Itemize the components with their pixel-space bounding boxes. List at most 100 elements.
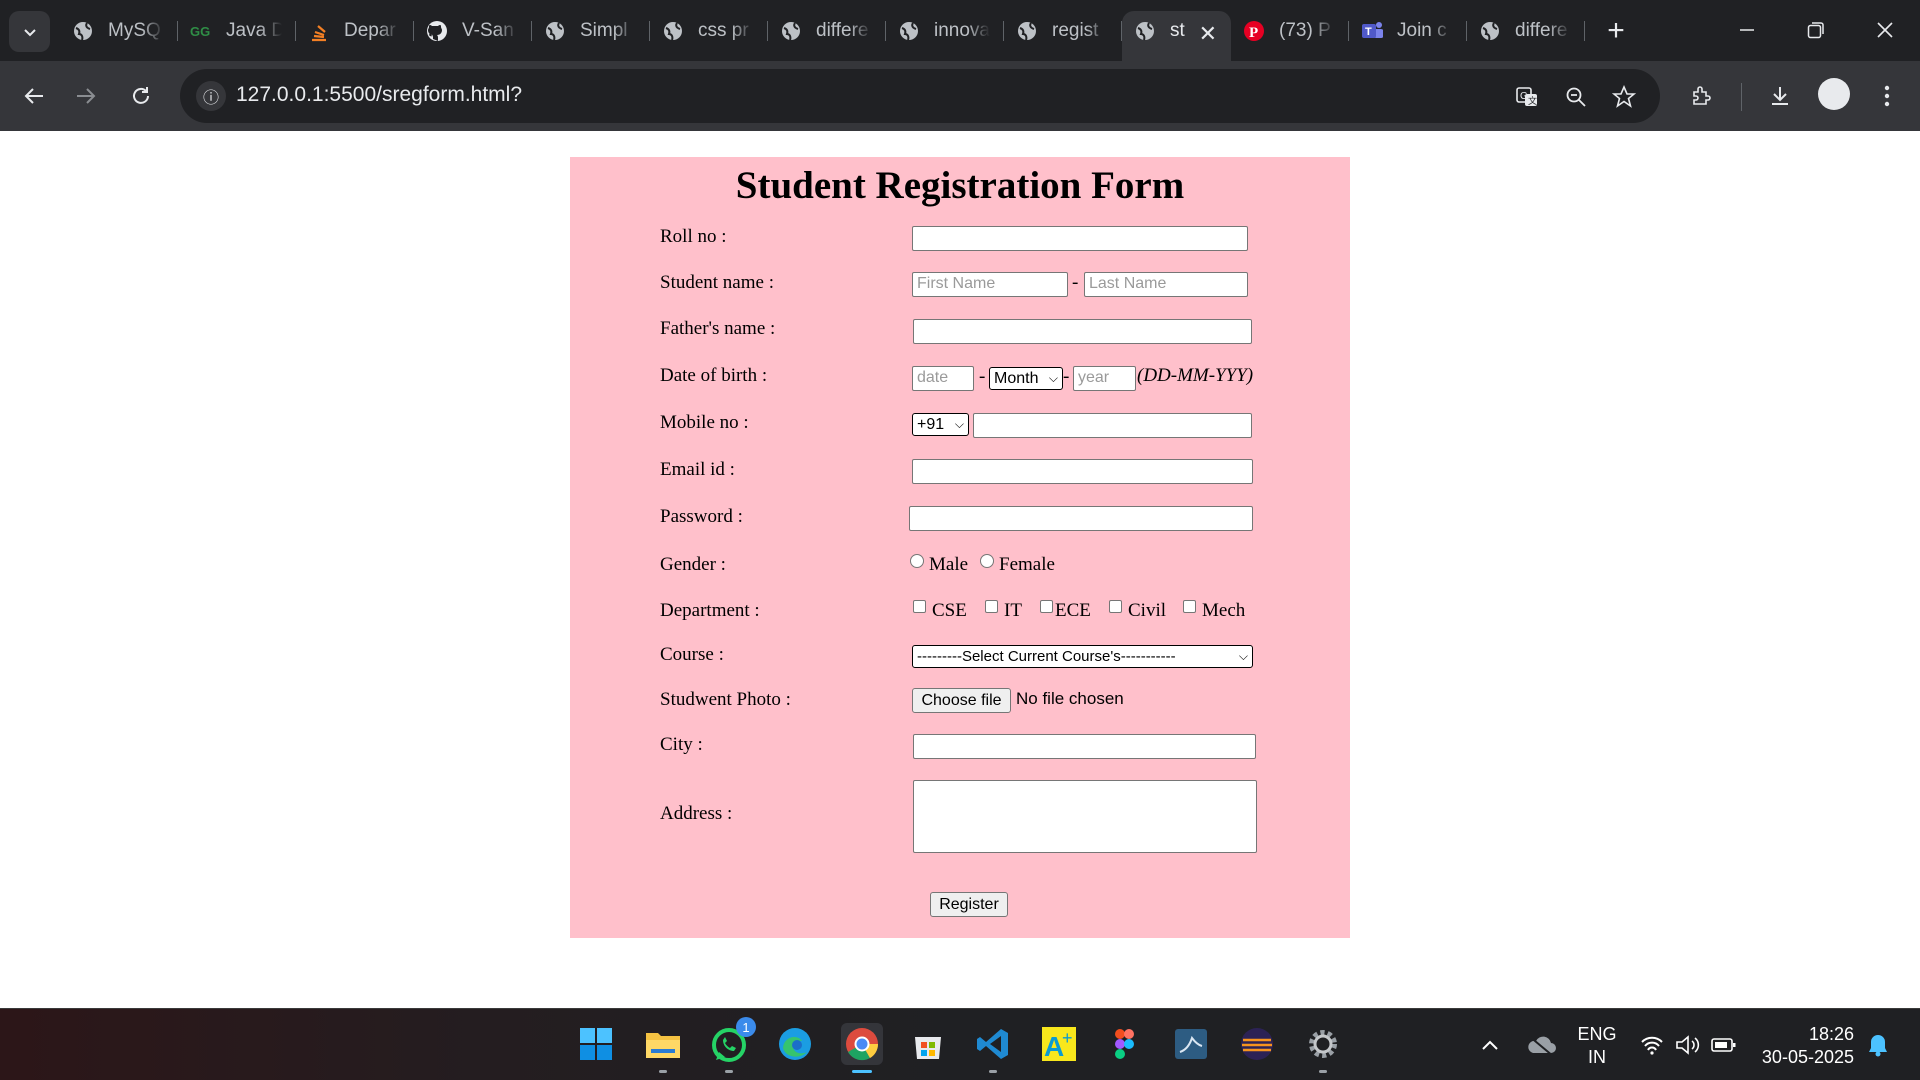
password-input[interactable] xyxy=(909,506,1253,531)
page-viewport: Student Registration Form Roll no : Stud… xyxy=(0,131,1920,1008)
mobile-input[interactable] xyxy=(973,413,1252,438)
new-tab-button[interactable]: + xyxy=(1598,13,1634,49)
dept-cse-checkbox[interactable] xyxy=(913,600,926,613)
profile-avatar[interactable] xyxy=(1818,78,1850,110)
mysql-workbench-button[interactable] xyxy=(1170,1023,1212,1065)
translate-icon[interactable]: G文 xyxy=(1512,82,1542,112)
eclipse-button[interactable] xyxy=(1236,1023,1278,1065)
onedrive-icon[interactable] xyxy=(1524,1031,1558,1059)
forward-button[interactable] xyxy=(68,78,104,114)
dob-month-select[interactable]: Month ⌵ xyxy=(989,367,1063,390)
minimize-button[interactable] xyxy=(1724,10,1770,50)
edge-button[interactable] xyxy=(774,1023,816,1065)
language-indicator[interactable]: ENG IN xyxy=(1572,1023,1622,1069)
browser-tab[interactable]: T Join c xyxy=(1349,11,1467,51)
extensions-icon[interactable] xyxy=(1683,77,1721,115)
edge-icon xyxy=(779,1028,811,1060)
settings-button[interactable] xyxy=(1302,1023,1344,1073)
choose-file-button[interactable]: Choose file xyxy=(912,688,1011,713)
dob-year-input[interactable]: year xyxy=(1073,366,1136,391)
reload-button[interactable] xyxy=(123,78,159,114)
microsoft-store-button[interactable] xyxy=(907,1023,949,1065)
browser-tab[interactable]: differe xyxy=(1467,11,1585,51)
zoom-icon[interactable] xyxy=(1561,82,1591,112)
tab-title: differe xyxy=(816,20,869,41)
browser-tab[interactable]: innova xyxy=(886,11,1004,51)
first-name-input[interactable]: First Name xyxy=(912,272,1068,297)
chevron-down-icon: ⌵ xyxy=(1238,649,1248,663)
dept-civil-checkbox[interactable] xyxy=(1109,600,1122,613)
back-button[interactable] xyxy=(16,78,52,114)
folder-icon xyxy=(646,1033,680,1058)
tab-title: css pr xyxy=(698,20,749,41)
course-select[interactable]: ---------Select Current Course's--------… xyxy=(912,645,1253,668)
show-hidden-icons-button[interactable] xyxy=(1476,1031,1504,1059)
address-label: Address : xyxy=(660,803,733,824)
notification-bell-icon[interactable] xyxy=(1864,1031,1892,1059)
restore-button[interactable] xyxy=(1793,10,1839,50)
file-explorer-button[interactable] xyxy=(642,1023,684,1073)
whatsapp-button[interactable]: 1 xyxy=(708,1017,756,1073)
menu-kebab-icon[interactable] xyxy=(1868,77,1906,115)
city-input[interactable] xyxy=(913,734,1256,759)
vscode-button[interactable] xyxy=(972,1023,1014,1073)
browser-tab[interactable]: differe xyxy=(768,11,886,51)
running-indicator xyxy=(659,1070,667,1073)
dob-date-input[interactable]: date xyxy=(912,366,974,391)
father-name-input[interactable] xyxy=(913,319,1252,344)
mysql-workbench-icon xyxy=(1175,1029,1207,1059)
stack-icon xyxy=(308,20,330,42)
browser-tab[interactable]: regist xyxy=(1004,11,1122,51)
email-input[interactable] xyxy=(912,459,1253,484)
chrome-button[interactable] xyxy=(841,1023,883,1073)
student-name-label: Student name : xyxy=(660,272,774,293)
font-app-button[interactable]: A + xyxy=(1038,1023,1080,1065)
url-text[interactable]: 127.0.0.1:5500/sregform.html? xyxy=(236,83,522,107)
chrome-icon xyxy=(846,1028,879,1061)
restore-icon xyxy=(1807,22,1824,39)
dept-ece-checkbox[interactable] xyxy=(1040,600,1053,613)
figma-button[interactable] xyxy=(1104,1023,1146,1065)
browser-tab[interactable]: css pr xyxy=(650,11,768,51)
roll-input[interactable] xyxy=(912,226,1248,251)
address-bar[interactable]: ⓘ 127.0.0.1:5500/sregform.html? G文 xyxy=(180,69,1660,123)
bookmark-star-icon[interactable] xyxy=(1609,82,1639,112)
course-select-value: ---------Select Current Course's--------… xyxy=(917,648,1176,665)
browser-tab[interactable]: P (73) P xyxy=(1231,11,1349,51)
tab-search-button[interactable] xyxy=(9,11,50,52)
dept-mech-checkbox[interactable] xyxy=(1183,600,1196,613)
close-window-button[interactable] xyxy=(1862,10,1908,50)
downloads-icon[interactable] xyxy=(1761,77,1799,115)
roll-label: Roll no : xyxy=(660,226,727,247)
address-textarea[interactable] xyxy=(913,780,1257,853)
volume-icon[interactable] xyxy=(1674,1031,1702,1059)
svg-text:T: T xyxy=(1365,26,1372,38)
tab-close-icon[interactable]: ✕ xyxy=(1199,21,1217,47)
browser-tab[interactable]: V-San xyxy=(414,11,532,51)
register-button[interactable]: Register xyxy=(930,892,1008,917)
gender-male-radio[interactable] xyxy=(910,554,924,568)
site-info-icon[interactable]: ⓘ xyxy=(196,81,226,111)
browser-tab[interactable]: GG Java D xyxy=(178,11,296,51)
svg-text:P: P xyxy=(1249,25,1258,41)
browser-tab[interactable]: MySQ xyxy=(60,11,178,51)
browser-tab[interactable]: Depar xyxy=(296,11,414,51)
tab-active[interactable]: st ✕ xyxy=(1122,11,1231,61)
chevron-down-icon xyxy=(23,28,36,36)
clock[interactable]: 18:26 30-05-2025 xyxy=(1756,1023,1854,1069)
tab-title: MySQ xyxy=(108,20,161,41)
chevron-up-icon xyxy=(1482,1040,1498,1050)
dob-dash-2: - xyxy=(1063,366,1070,387)
chevron-down-icon: ⌵ xyxy=(954,417,964,431)
browser-tab[interactable]: Simpl xyxy=(532,11,650,51)
country-code-value: +91 xyxy=(917,415,945,433)
dept-it-checkbox[interactable] xyxy=(985,600,998,613)
last-name-input[interactable]: Last Name xyxy=(1084,272,1248,297)
wifi-icon[interactable] xyxy=(1638,1031,1666,1059)
globe-icon xyxy=(780,20,802,42)
country-code-select[interactable]: +91 ⌵ xyxy=(912,413,969,436)
start-button[interactable] xyxy=(575,1023,617,1065)
tab-list: MySQ GG Java D Depar V-San Simpl css pr differe… xyxy=(60,11,1585,61)
battery-icon[interactable] xyxy=(1710,1031,1738,1059)
gender-female-radio[interactable] xyxy=(980,554,994,568)
